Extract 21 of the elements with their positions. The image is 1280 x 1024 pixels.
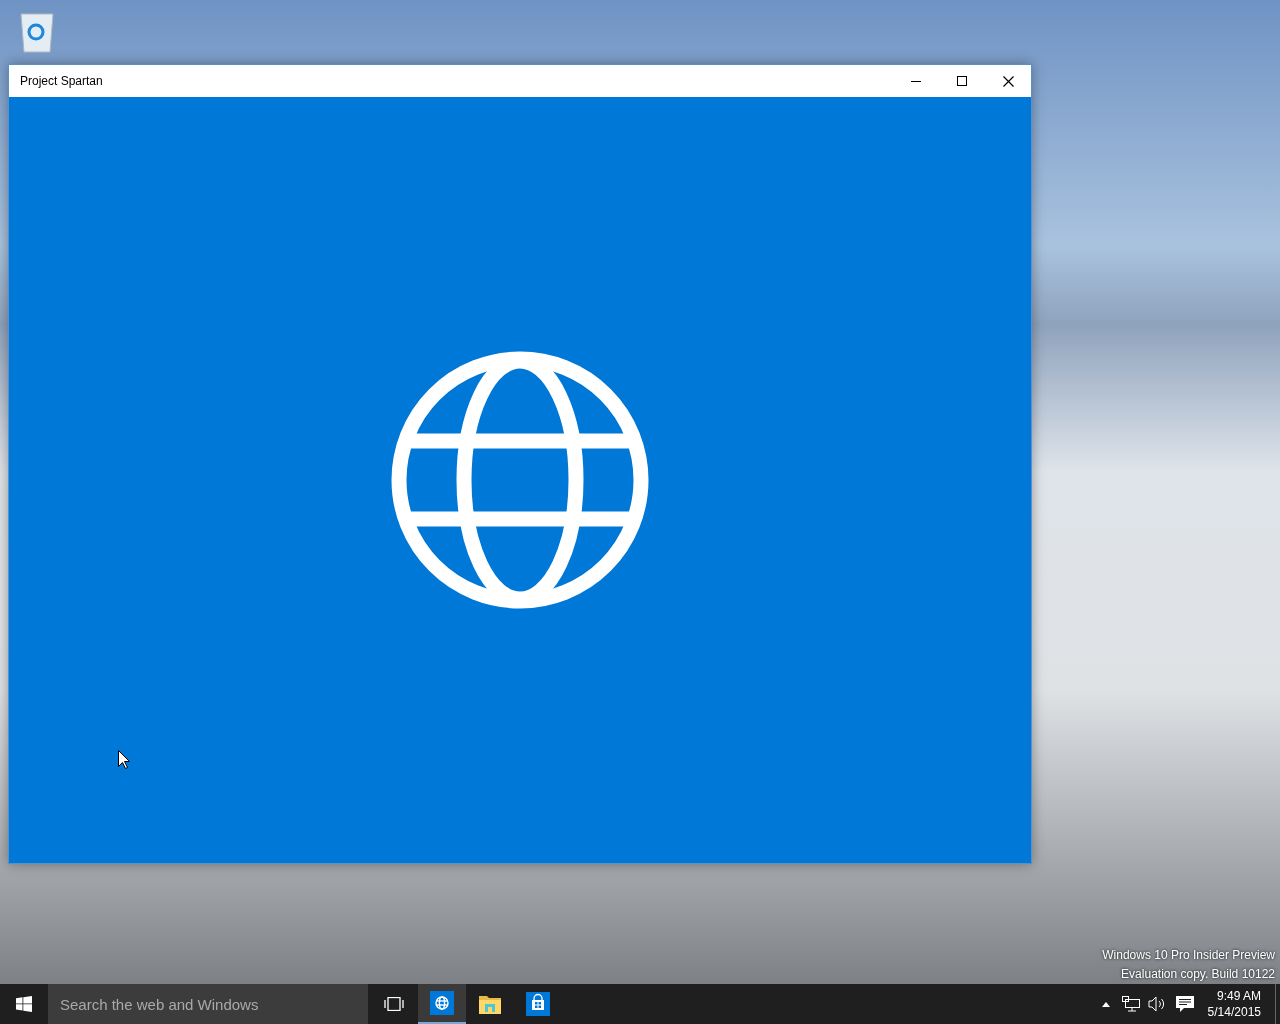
watermark-text: Evaluation copy. Build 10122 — [1121, 966, 1275, 983]
taskbar-app-button[interactable] — [418, 984, 466, 1024]
globe-icon — [391, 351, 649, 609]
network-icon — [1121, 996, 1140, 1012]
close-icon — [1002, 75, 1014, 87]
window-title: Project Spartan — [19, 73, 104, 90]
caret-up-icon — [1101, 1001, 1110, 1007]
clock[interactable]: 9:49 AM 5/14/2015 — [1199, 988, 1275, 1020]
maximize-icon — [957, 76, 967, 86]
recycle-bin-icon — [18, 10, 56, 54]
watermark-text: Windows 10 Pro Insider Preview — [1102, 947, 1275, 964]
minimize-icon — [911, 80, 921, 82]
windows-logo-icon — [16, 996, 32, 1012]
globe-icon — [430, 991, 454, 1015]
mouse-cursor-icon — [118, 750, 130, 769]
clock-time: 9:49 AM — [1216, 988, 1261, 1004]
speaker-icon — [1147, 996, 1166, 1012]
task-view-icon — [384, 997, 404, 1011]
search-field[interactable]: Search the web and Windows — [48, 984, 368, 1024]
message-icon — [1175, 996, 1194, 1012]
clock-date: 5/14/2015 — [1207, 1004, 1261, 1020]
